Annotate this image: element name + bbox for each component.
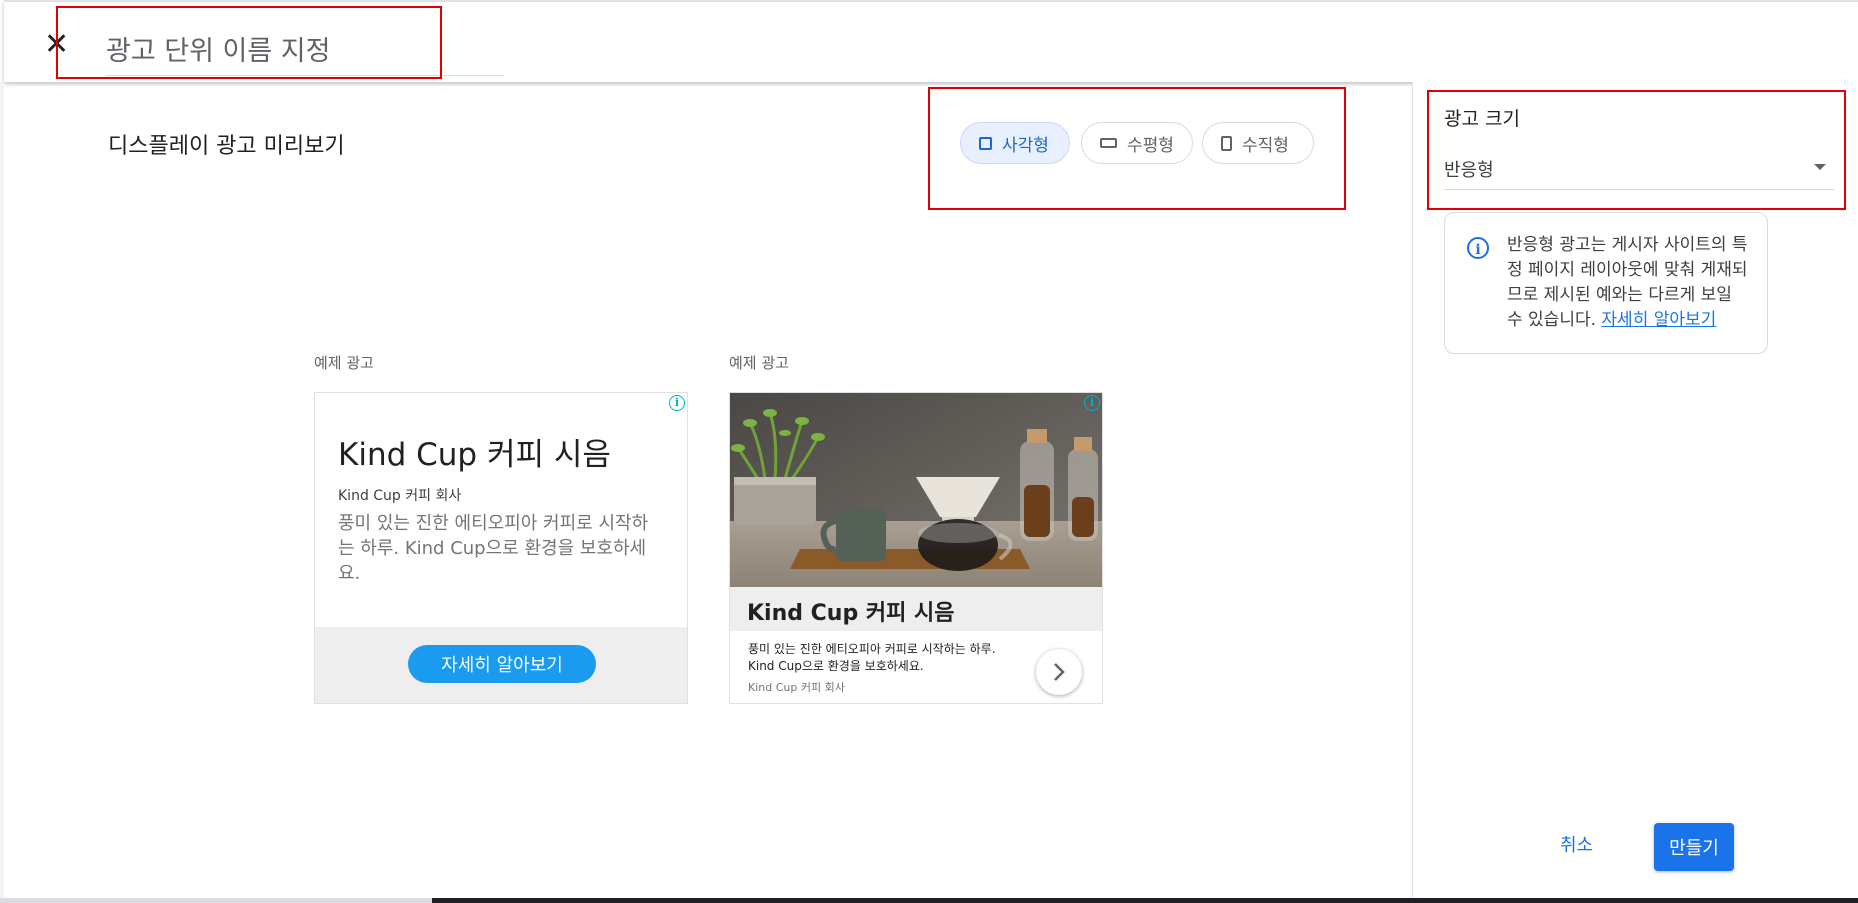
sample-ad-image[interactable]: i Kind Cup 커피 시음 풍미 있는 진한 에티오피아 커피로 시작하는… bbox=[729, 392, 1103, 704]
ad-size-label: 광고 크기 bbox=[1444, 108, 1520, 130]
ad-next-button[interactable] bbox=[1036, 649, 1082, 695]
shape-chip-vertical[interactable]: 수직형 bbox=[1202, 122, 1314, 164]
coffee-photo bbox=[730, 393, 1102, 587]
shape-chip-square[interactable]: 사각형 bbox=[960, 122, 1070, 164]
info-icon: i bbox=[1467, 237, 1489, 259]
ad-business-name: Kind Cup 커피 회사 bbox=[748, 681, 845, 694]
ad-label: 예제 광고 bbox=[314, 354, 374, 372]
adchoices-icon[interactable]: i bbox=[669, 395, 685, 411]
settings-panel bbox=[1412, 82, 1858, 903]
taskbar-strip bbox=[0, 898, 1858, 903]
ad-headline: Kind Cup 커피 시음 bbox=[338, 437, 611, 473]
horizontal-rect-icon bbox=[1100, 138, 1117, 148]
ad-business-name: Kind Cup 커피 회사 bbox=[338, 488, 462, 504]
vertical-rect-icon bbox=[1221, 135, 1232, 151]
ad-description: 풍미 있는 진한 에티오피아 커피로 시작하는 하루. Kind Cup으로 환… bbox=[338, 513, 649, 584]
shape-chip-label: 사각형 bbox=[1002, 135, 1049, 156]
ad-headline: Kind Cup 커피 시음 bbox=[747, 601, 955, 626]
ad-cta-button[interactable]: 자세히 알아보기 bbox=[408, 645, 596, 683]
ad-description: 풍미 있는 진한 에티오피아 커피로 시작하는 하루. Kind Cup으로 환… bbox=[748, 642, 996, 673]
sample-ad-text[interactable]: i Kind Cup 커피 시음 Kind Cup 커피 회사 풍미 있는 진한… bbox=[314, 392, 688, 704]
ad-size-value: 반응형 bbox=[1444, 160, 1494, 181]
ad-footer: 자세히 알아보기 bbox=[315, 627, 687, 703]
responsive-info-card: i 반응형 광고는 게시자 사이트의 특정 페이지 레이아웃에 맞춰 게재되므로… bbox=[1444, 212, 1768, 354]
shape-chip-horizontal[interactable]: 수평형 bbox=[1081, 122, 1193, 164]
ad-label: 예제 광고 bbox=[729, 354, 789, 372]
close-icon[interactable]: ✕ bbox=[44, 30, 69, 60]
chevron-right-icon bbox=[1054, 663, 1065, 681]
left-edge bbox=[0, 82, 4, 903]
ad-unit-name-input[interactable] bbox=[106, 27, 504, 76]
dialog-header: ✕ bbox=[4, 0, 1858, 82]
learn-more-link[interactable]: 자세히 알아보기 bbox=[1601, 310, 1716, 330]
cancel-button[interactable]: 취소 bbox=[1554, 830, 1599, 858]
create-button[interactable]: 만들기 bbox=[1654, 823, 1734, 871]
ad-headline-band: Kind Cup 커피 시음 bbox=[730, 587, 1102, 631]
ad-size-select[interactable]: 반응형 bbox=[1444, 148, 1834, 190]
shape-chip-label: 수평형 bbox=[1127, 135, 1174, 156]
shape-chip-label: 수직형 bbox=[1242, 135, 1289, 156]
preview-title: 디스플레이 광고 미리보기 bbox=[108, 134, 345, 159]
dropdown-arrow-icon bbox=[1814, 164, 1826, 170]
square-icon bbox=[979, 136, 992, 150]
adchoices-icon[interactable]: i bbox=[1084, 395, 1100, 411]
